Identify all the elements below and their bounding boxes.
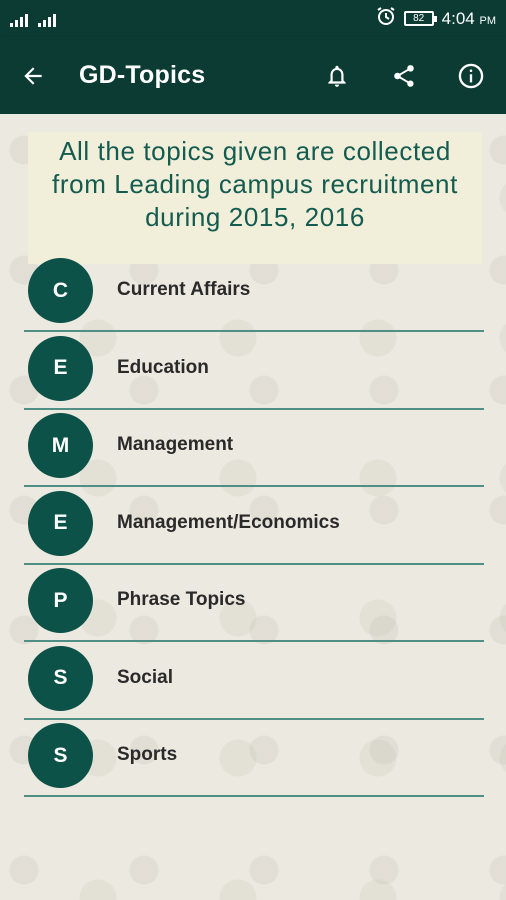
app-bar: GD-Topics <box>0 37 506 114</box>
topic-item-management-economics[interactable]: E Management/Economics <box>0 490 506 569</box>
topic-avatar: E <box>28 490 93 556</box>
content-area: All the topics given are collected from … <box>0 114 506 900</box>
topic-item-current-affairs[interactable]: C Current Affairs <box>0 258 506 336</box>
page-title: GD-Topics <box>79 61 206 89</box>
signal-2-icon <box>38 13 56 27</box>
topic-label: Phrase Topics <box>117 589 246 610</box>
topic-label: Education <box>117 356 209 378</box>
topic-item-management[interactable]: M Management <box>0 413 506 491</box>
banner-line-3: during 2015, 2016 <box>145 202 365 232</box>
alarm-icon <box>376 6 396 31</box>
topic-label: Current Affairs <box>117 279 251 300</box>
topic-item-social[interactable]: S Social <box>0 645 506 724</box>
topic-item-phrase-topics[interactable]: P Phrase Topics <box>0 568 506 646</box>
divider <box>24 717 484 720</box>
topic-label: Sports <box>117 744 178 765</box>
bell-icon[interactable] <box>322 61 352 91</box>
signal-1-icon <box>10 13 28 27</box>
signal-indicators <box>10 11 56 27</box>
topic-avatar: C <box>28 258 93 323</box>
banner-line-2: from Leading campus recruitment <box>52 169 458 199</box>
topic-item-sports[interactable]: S Sports <box>0 723 506 801</box>
info-banner: All the topics given are collected from … <box>28 132 482 264</box>
battery-icon: 82 <box>403 11 437 26</box>
topic-label: Management <box>117 434 234 455</box>
topic-item-education[interactable]: E Education <box>0 335 506 414</box>
arrow-left-icon[interactable] <box>20 63 46 89</box>
divider <box>24 795 484 797</box>
divider <box>24 407 484 410</box>
topic-avatar: P <box>28 568 93 633</box>
divider <box>24 330 484 332</box>
share-icon[interactable] <box>389 61 419 91</box>
topic-avatar: M <box>28 413 93 478</box>
topic-avatar: E <box>28 335 93 401</box>
topic-avatar: S <box>28 645 93 711</box>
topic-label: Social <box>117 666 173 688</box>
info-icon[interactable] <box>456 61 486 91</box>
status-bar: 82 4:04 PM <box>0 0 506 37</box>
topic-avatar: S <box>28 723 93 788</box>
divider <box>24 485 484 487</box>
status-time: 4:04 PM <box>441 8 496 28</box>
topic-list: C Current Affairs E Education M Manageme… <box>0 258 506 801</box>
divider <box>24 640 484 642</box>
topic-label: Management/Economics <box>117 511 340 533</box>
divider <box>24 562 484 565</box>
banner-line-1: All the topics given are collected <box>59 136 451 166</box>
